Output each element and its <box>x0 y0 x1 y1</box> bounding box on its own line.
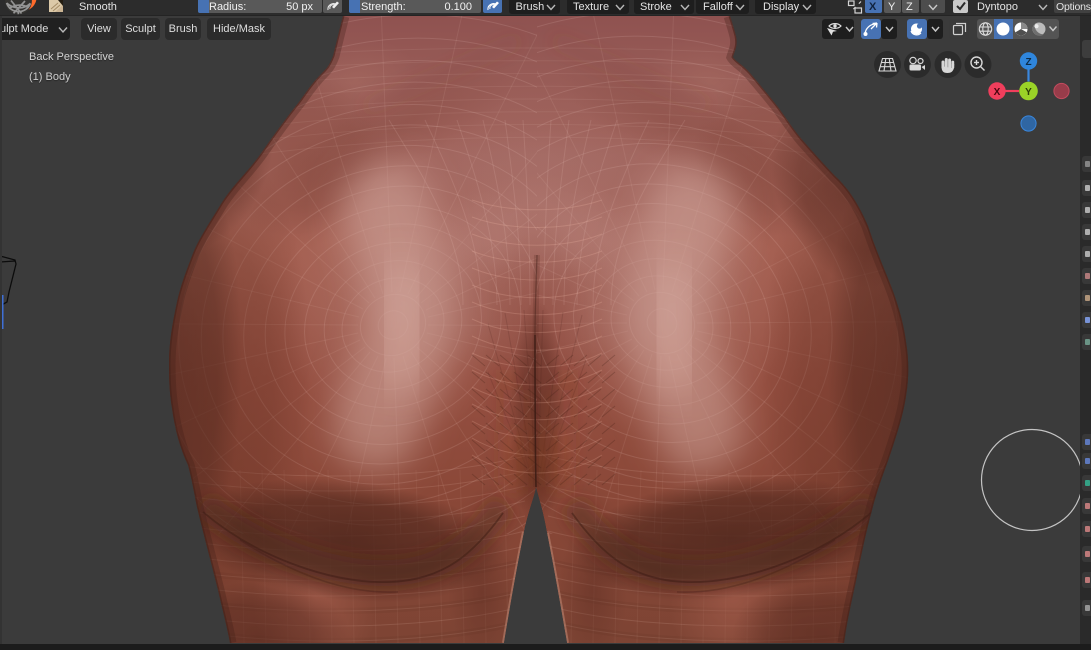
svg-text:Y: Y <box>1025 87 1032 98</box>
svg-text:Z: Z <box>1025 57 1031 68</box>
svg-text:X: X <box>994 87 1001 98</box>
